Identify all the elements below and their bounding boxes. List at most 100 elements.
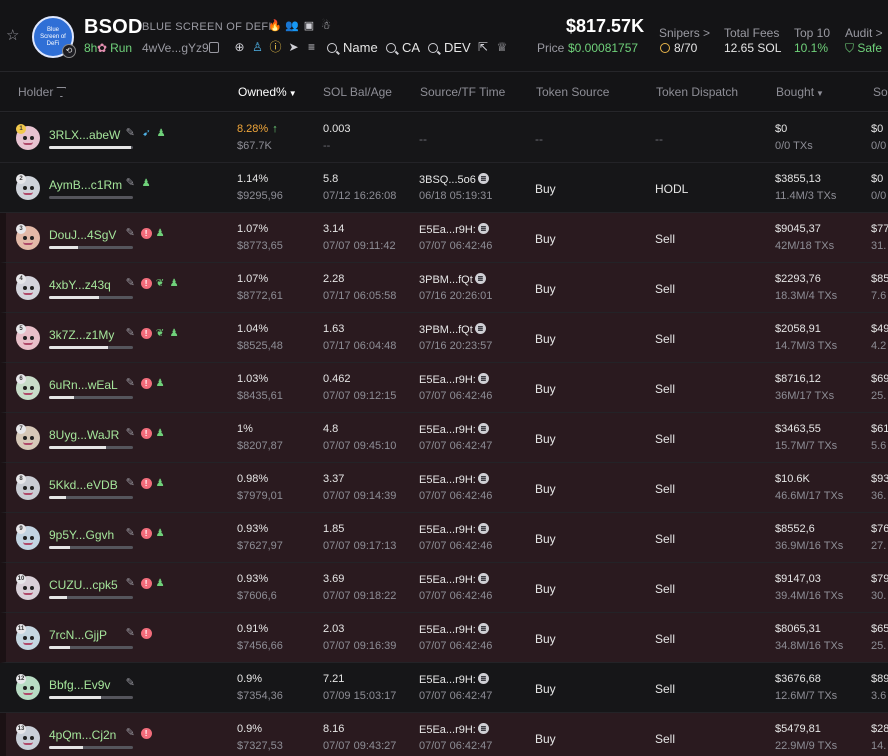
funding-source[interactable]: E5Ea...r9H: bbox=[419, 723, 489, 736]
table-row[interactable]: 13 4pQm...Cj2n ✎! 0.9% $7327,53 8.16 07/… bbox=[0, 713, 888, 756]
holder-address[interactable]: 5Kkd...eVDB bbox=[49, 478, 118, 492]
filter-icon[interactable] bbox=[56, 87, 67, 97]
table-row[interactable]: 10 CUZU...cpk5 ✎! ♟ 0.93% $7606,6 3.69 07… bbox=[0, 563, 888, 613]
token-address[interactable]: 4wVe...gYz9 bbox=[142, 41, 209, 55]
col-token-dispatch[interactable]: Token Dispatch bbox=[656, 85, 738, 99]
pencil-icon[interactable]: ✎ bbox=[126, 527, 138, 539]
col-source[interactable]: Source/TF Time bbox=[420, 85, 505, 99]
funding-source[interactable]: 3BSQ...5o6 bbox=[419, 173, 489, 186]
token-dispatch: Sell bbox=[655, 232, 676, 246]
sold-usd: $69 bbox=[871, 373, 888, 385]
pencil-icon[interactable]: ✎ bbox=[126, 277, 138, 289]
favorite-star-icon[interactable]: ☆ bbox=[6, 28, 22, 44]
menu-circle-icon[interactable]: ≡ bbox=[304, 40, 319, 55]
snipers-label[interactable]: Snipers > bbox=[659, 26, 710, 40]
rank-badge: 6 bbox=[16, 374, 26, 384]
people-icon: 👥 bbox=[285, 20, 299, 32]
funding-source[interactable]: E5Ea...r9H: bbox=[419, 423, 489, 436]
col-holder[interactable]: Holder bbox=[18, 85, 67, 99]
pencil-icon[interactable]: ✎ bbox=[126, 427, 138, 439]
funding-source[interactable]: 3PBM...fQt bbox=[419, 273, 486, 286]
token-source: Buy bbox=[535, 232, 556, 246]
holder-address[interactable]: Bbfg...Ev9v bbox=[49, 678, 110, 692]
holder-address[interactable]: 3RLX...abeW bbox=[49, 128, 120, 142]
pencil-icon[interactable]: ✎ bbox=[126, 677, 138, 689]
holder-address[interactable]: 4pQm...Cj2n bbox=[49, 728, 116, 742]
owned-percent-value: 1.07% bbox=[237, 223, 269, 235]
holder-address[interactable]: CUZU...cpk5 bbox=[49, 578, 118, 592]
table-row[interactable]: 11 7rcN...GjjP ✎! 0.91% $7456,66 2.03 07… bbox=[0, 613, 888, 663]
funding-source[interactable]: E5Ea...r9H: bbox=[419, 573, 489, 586]
holder-address[interactable]: 3k7Z...z1My bbox=[49, 328, 114, 342]
bought-usd: $0 bbox=[775, 123, 788, 135]
col-owned[interactable]: Owned% ▼ bbox=[238, 85, 297, 99]
holding-progress-bar bbox=[49, 146, 133, 149]
audit-label[interactable]: Audit > bbox=[845, 26, 883, 40]
telegram-icon[interactable]: ➤ bbox=[286, 40, 301, 55]
holding-progress-fill bbox=[49, 746, 83, 749]
pencil-icon[interactable]: ✎ bbox=[126, 227, 138, 239]
funding-source[interactable]: E5Ea...r9H: bbox=[419, 623, 489, 636]
col-token-source[interactable]: Token Source bbox=[536, 85, 609, 99]
warning-icon[interactable]: ⓘ bbox=[268, 40, 283, 55]
pencil-icon[interactable]: ✎ bbox=[126, 377, 138, 389]
funding-source-address: E5Ea...r9H: bbox=[419, 224, 476, 236]
run-label: Run bbox=[110, 41, 133, 55]
token-dispatch: Sell bbox=[655, 282, 676, 296]
holder-address[interactable]: 7rcN...GjjP bbox=[49, 628, 107, 642]
table-row[interactable]: 2 AymB...c1Rm ✎ ♟ 1.14% $9295,96 5.8 07/1… bbox=[0, 163, 888, 213]
funding-time: 07/07 06:42:47 bbox=[419, 690, 493, 702]
pencil-icon[interactable]: ✎ bbox=[126, 477, 138, 489]
share-icon[interactable]: ⇱ bbox=[476, 40, 490, 54]
funding-source[interactable]: E5Ea...r9H: bbox=[419, 673, 489, 686]
table-row[interactable]: 4 4xbY...z43q ✎! ❦ ♟ 1.07% $8772,61 2.28 0… bbox=[0, 263, 888, 313]
search-ca-link[interactable]: CA bbox=[386, 40, 420, 55]
copy-icon[interactable] bbox=[209, 42, 219, 53]
leaf-icon: ❦ bbox=[155, 327, 165, 339]
holder-address[interactable]: 6uRn...wEaL bbox=[49, 378, 118, 392]
bought-txs: 39.4M/16 TXs bbox=[775, 590, 844, 602]
funding-source[interactable]: E5Ea...r9H: bbox=[419, 523, 489, 536]
search-name-link[interactable]: Name bbox=[327, 40, 378, 55]
snipers-value: 8/70 bbox=[660, 41, 697, 55]
table-row[interactable]: 5 3k7Z...z1My ✎! ❦ ♟ 1.04% $8525,48 1.63 0… bbox=[0, 313, 888, 363]
pencil-icon[interactable]: ✎ bbox=[126, 627, 138, 639]
holding-progress-fill bbox=[49, 396, 75, 399]
table-row[interactable]: 8 5Kkd...eVDB ✎! ♟ 0.98% $7979,01 3.37 07… bbox=[0, 463, 888, 513]
funding-source-address: 3BSQ...5o6 bbox=[419, 174, 476, 186]
funding-time: 07/16 20:23:57 bbox=[419, 340, 493, 352]
funding-source[interactable]: 3PBM...fQt bbox=[419, 323, 486, 336]
funding-source[interactable]: E5Ea...r9H: bbox=[419, 223, 489, 236]
pencil-icon[interactable]: ✎ bbox=[126, 577, 138, 589]
table-row[interactable]: 9 9p5Y...Ggvh ✎! ♟ 0.93% $7627,97 1.85 07… bbox=[0, 513, 888, 563]
bought-usd: $9045,37 bbox=[775, 223, 821, 235]
funding-source[interactable]: E5Ea...r9H: bbox=[419, 373, 489, 386]
pencil-icon[interactable]: ✎ bbox=[126, 177, 138, 189]
holder-address[interactable]: AymB...c1Rm bbox=[49, 178, 122, 192]
table-row[interactable]: 1 3RLX...abeW ✎ ➹ ♟ 8.28% ↑ $67.7K 0.003 --… bbox=[0, 113, 888, 163]
holder-address[interactable]: DouJ...4SgV bbox=[49, 228, 116, 242]
search-dev-link[interactable]: DEV bbox=[428, 40, 471, 55]
funding-source[interactable]: E5Ea...r9H: bbox=[419, 473, 489, 486]
holding-progress-bar bbox=[49, 546, 133, 549]
table-row[interactable]: 6 6uRn...wEaL ✎! ♟ 1.03% $8435,61 0.462 0… bbox=[0, 363, 888, 413]
user-icon[interactable]: ♙ bbox=[250, 40, 265, 55]
col-sol-bal[interactable]: SOL Bal/Age bbox=[323, 85, 392, 99]
pencil-icon[interactable]: ✎ bbox=[126, 127, 138, 139]
holder-address[interactable]: 4xbY...z43q bbox=[49, 278, 111, 292]
run-badge[interactable]: ✿ Run bbox=[97, 41, 133, 55]
crown-icon[interactable]: ♕ bbox=[495, 40, 509, 54]
table-row[interactable]: 7 8Uyg...WaJR ✎! ♟ 1% $8207,87 4.8 07/07 … bbox=[0, 413, 888, 463]
pencil-icon[interactable]: ✎ bbox=[126, 327, 138, 339]
globe-icon[interactable]: ⊕ bbox=[232, 40, 247, 55]
col-bought[interactable]: Bought ▼ bbox=[776, 85, 824, 99]
holder-address[interactable]: 8Uyg...WaJR bbox=[49, 428, 119, 442]
table-row[interactable]: 12 Bbfg...Ev9v ✎ 0.9% $7354,36 7.21 07/0… bbox=[0, 663, 888, 713]
table-row[interactable]: 3 DouJ...4SgV ✎! ♟ 1.07% $8773,65 3.14 07… bbox=[0, 213, 888, 263]
funding-source-address: E5Ea...r9H: bbox=[419, 374, 476, 386]
holder-address[interactable]: 9p5Y...Ggvh bbox=[49, 528, 114, 542]
pencil-icon[interactable]: ✎ bbox=[126, 727, 138, 739]
token-dispatch: -- bbox=[655, 132, 663, 146]
funding-source-address: 3PBM...fQt bbox=[419, 324, 473, 336]
col-sold[interactable]: Sol bbox=[873, 85, 888, 99]
